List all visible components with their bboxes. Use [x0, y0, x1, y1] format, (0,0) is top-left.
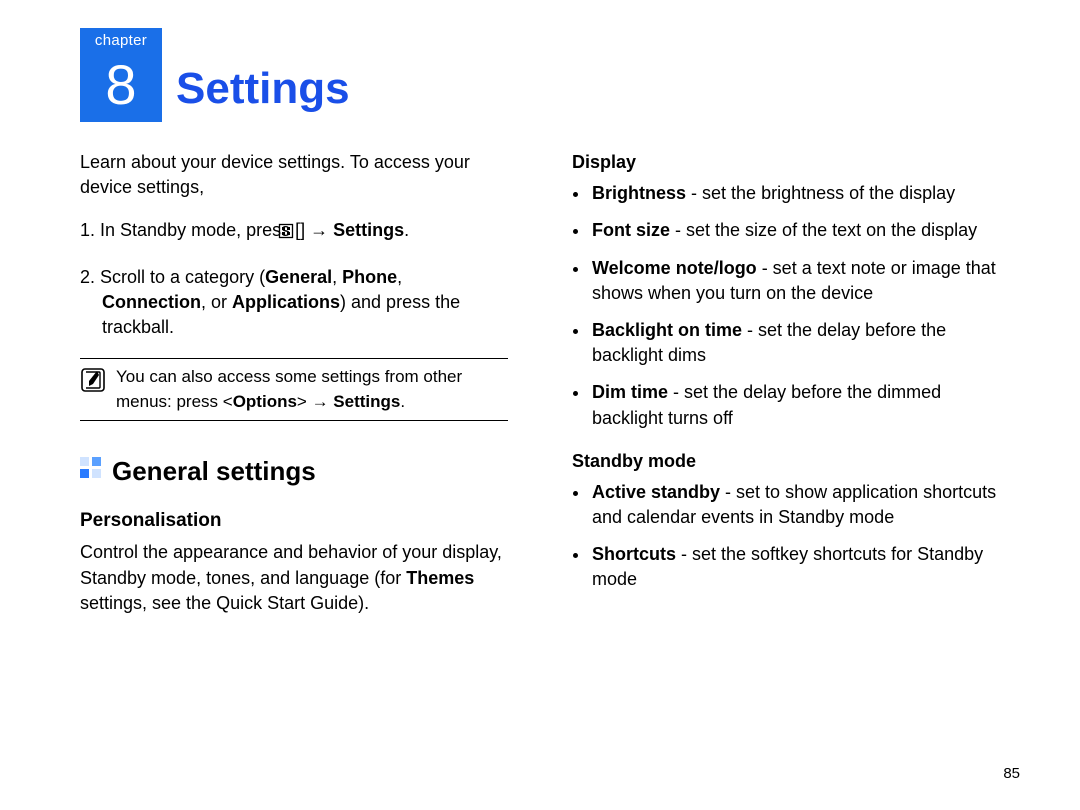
page-number: 85: [1003, 763, 1020, 784]
step1-bracket-close: ]: [300, 220, 310, 240]
left-column: Learn about your device settings. To acc…: [80, 150, 508, 634]
list-item: Font size - set the size of the text on …: [590, 218, 1000, 243]
note-b1: Options: [233, 392, 297, 411]
columns: Learn about your device settings. To acc…: [80, 150, 1000, 634]
list-item: Backlight on time - set the delay before…: [590, 318, 1000, 368]
step2-c1: ,: [332, 267, 342, 287]
display-bullets: Brightness - set the brightness of the d…: [572, 181, 1000, 431]
step2-c3: , or: [201, 292, 232, 312]
list-item: Active standby - set to show application…: [590, 480, 1000, 530]
list-item: Dim time - set the delay before the dimm…: [590, 380, 1000, 430]
note-suffix: .: [400, 392, 405, 411]
page: chapter 8 Settings Learn about your devi…: [0, 0, 1080, 810]
note-b2: Settings: [333, 392, 400, 411]
bullet-bold: Welcome note/logo: [592, 258, 757, 278]
step1-bold: Settings: [333, 220, 404, 240]
subsection-title: Personalisation: [80, 508, 508, 535]
right-column: Display Brightness - set the brightness …: [572, 150, 1000, 634]
intro-text: Learn about your device settings. To acc…: [80, 150, 508, 200]
standby-bullets: Active standby - set to show application…: [572, 480, 1000, 593]
step1-prefix: 1. In Standby mode, press [: [80, 220, 300, 240]
para-suffix: settings, see the Quick Start Guide).: [80, 593, 369, 613]
chapter-label: chapter: [80, 30, 162, 51]
list-item: Shortcuts - set the softkey shortcuts fo…: [590, 542, 1000, 592]
step1-arrow: →: [310, 220, 328, 240]
bullet-bold: Backlight on time: [592, 320, 742, 340]
chapter-block: chapter 8: [80, 28, 162, 122]
section-heading: General settings: [80, 453, 508, 489]
chapter-title: Settings: [176, 58, 350, 120]
step2-b2: Phone: [342, 267, 397, 287]
section-squares-icon: [80, 457, 102, 486]
bullet-text: - set the brightness of the display: [686, 183, 955, 203]
step1-suffix: .: [404, 220, 409, 240]
step2-b3: Connection: [102, 292, 201, 312]
bullet-bold: Brightness: [592, 183, 686, 203]
step-1: 1. In Standby mode, press [] → Settings.: [80, 218, 508, 246]
display-heading: Display: [572, 150, 1000, 175]
section-title: General settings: [112, 453, 316, 489]
step2-b1: General: [265, 267, 332, 287]
bullet-bold: Dim time: [592, 382, 668, 402]
step2-b4: Applications: [232, 292, 340, 312]
chapter-number: 8: [80, 57, 162, 113]
bullet-bold: Shortcuts: [592, 544, 676, 564]
step2-prefix: 2. Scroll to a category (: [80, 267, 265, 287]
bullet-bold: Active standby: [592, 482, 720, 502]
subsection-para: Control the appearance and behavior of y…: [80, 540, 508, 616]
list-item: Brightness - set the brightness of the d…: [590, 181, 1000, 206]
bullet-text: - set the size of the text on the displa…: [670, 220, 977, 240]
note-icon: [80, 367, 106, 414]
note-block: You can also access some settings from o…: [80, 358, 508, 421]
standby-heading: Standby mode: [572, 449, 1000, 474]
list-item: Welcome note/logo - set a text note or i…: [590, 256, 1000, 306]
note-mid: > →: [297, 392, 333, 411]
note-text: You can also access some settings from o…: [116, 365, 508, 414]
para-bold: Themes: [406, 568, 474, 588]
step-2: 2. Scroll to a category (General, Phone,…: [80, 265, 508, 341]
bullet-bold: Font size: [592, 220, 670, 240]
step2-c2: ,: [397, 267, 402, 287]
